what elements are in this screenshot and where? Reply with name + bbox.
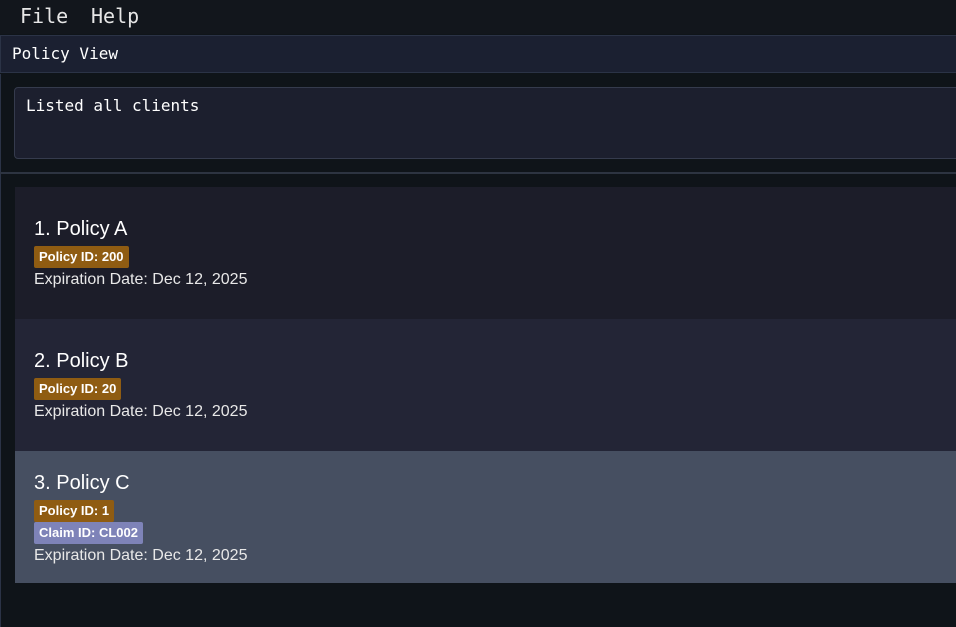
result-display[interactable]: Listed all clients [14,87,956,159]
expiration-date: Expiration Date: Dec 12, 2025 [34,271,248,288]
policy-id-tag: Policy ID: 1 [34,500,115,522]
policy-title: 2. Policy B [34,350,129,372]
result-panel: Listed all clients [0,74,956,172]
policy-card[interactable]: 2. Policy B Policy ID: 20 Expiration Dat… [15,319,956,451]
policy-list: 1. Policy A Policy ID: 200 Expiration Da… [0,174,956,627]
menu-bar: File Help [0,0,956,34]
policy-id-tag: Policy ID: 20 [34,378,122,400]
policy-title: 3. Policy C [34,472,130,494]
expiration-date: Expiration Date: Dec 12, 2025 [34,547,248,564]
menu-file[interactable]: File [20,4,68,28]
claim-id-tag: Claim ID: CL002 [34,522,143,544]
menu-help[interactable]: Help [91,4,139,28]
view-title-bar: Policy View [0,35,956,73]
policy-title: 1. Policy A [34,218,128,240]
policy-card-selected[interactable]: 3. Policy C Policy ID: 1 Claim ID: CL002… [15,451,956,583]
policy-card[interactable]: 1. Policy A Policy ID: 200 Expiration Da… [15,187,956,319]
view-title: Policy View [12,44,118,63]
expiration-date: Expiration Date: Dec 12, 2025 [34,403,248,420]
policy-id-tag: Policy ID: 200 [34,246,129,268]
result-message: Listed all clients [26,96,200,115]
